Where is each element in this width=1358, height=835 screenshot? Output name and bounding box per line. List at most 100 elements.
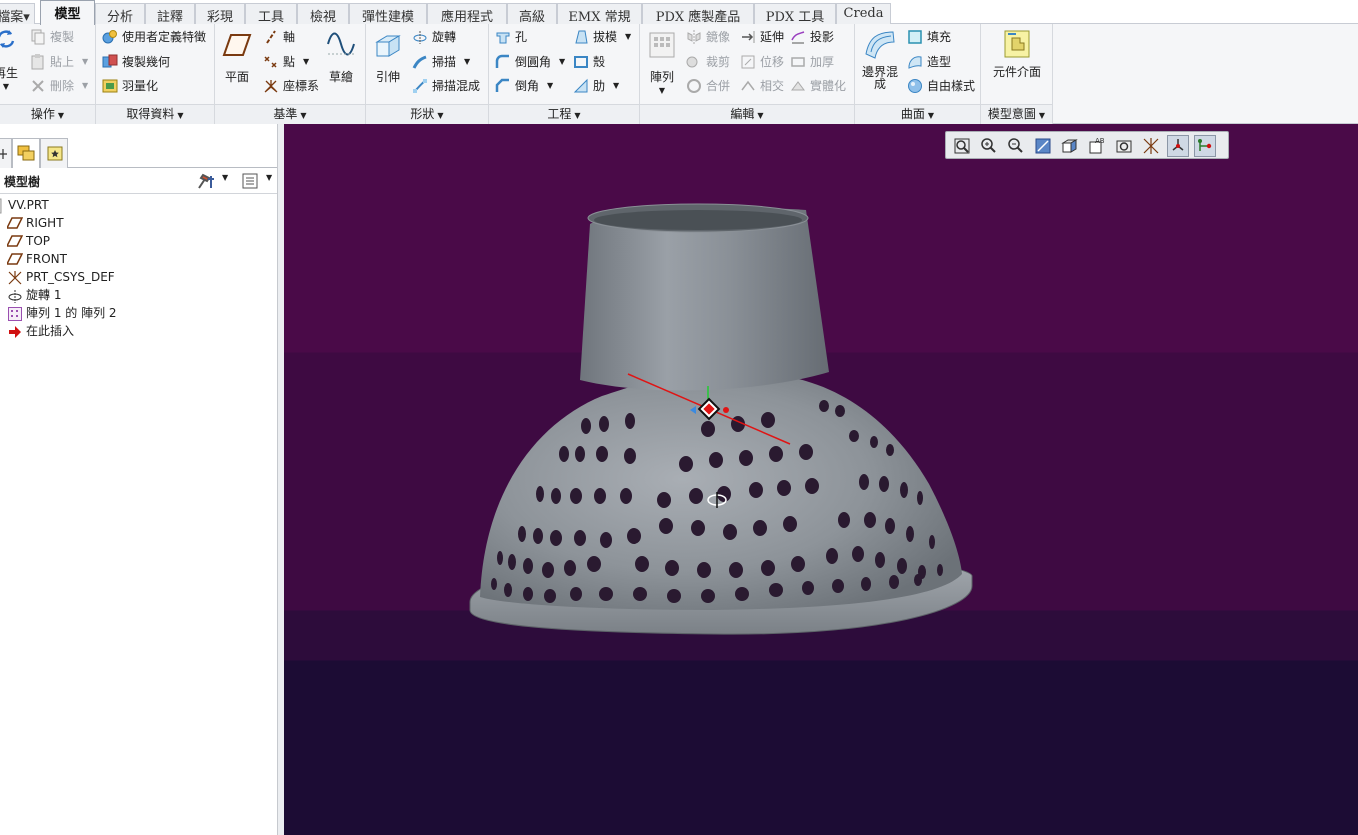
tree-show-button[interactable]: ▼: [240, 171, 276, 191]
group-label-editing[interactable]: 編輯 ▼: [640, 104, 854, 124]
chevron-down-icon: ▼: [222, 173, 229, 182]
datum-axis-icon: [266, 30, 276, 44]
datum-plane-label: 平面: [224, 70, 249, 84]
sketch-button[interactable]: 草繪: [323, 30, 359, 84]
pattern-button[interactable]: 陣列 ▼: [644, 30, 680, 98]
datum-plane-icon: [7, 235, 23, 247]
tab-pdx-products[interactable]: PDX 應製產品: [642, 3, 754, 25]
round-label: 倒圓角: [515, 55, 552, 69]
paste-label: 貼上: [50, 55, 75, 69]
mirror-label: 鏡像: [706, 30, 731, 44]
rib-icon: [573, 78, 588, 93]
tab-creda[interactable]: Creda: [836, 3, 891, 24]
datum-plane-icon: [7, 217, 23, 229]
fill-icon: [908, 30, 922, 44]
thicken-icon: [791, 57, 805, 67]
group-label-shapes[interactable]: 形狀 ▼: [366, 104, 488, 124]
group-editing: 陣列 ▼ 鏡像 裁剪 合併 延伸 位移 相交 投影 加厚 實體化 編輯 ▼: [640, 24, 855, 124]
tree-show-icon: [242, 173, 258, 189]
revolve-icon: [413, 31, 427, 44]
pattern-icon: [8, 307, 22, 321]
boundary-blend-button[interactable]: 邊界混成: [858, 28, 902, 90]
chevron-down-icon: ▼: [266, 173, 273, 182]
graphics-window[interactable]: AB: [284, 124, 1358, 835]
favorites-icon: [47, 146, 63, 161]
tab-file[interactable]: 檔案▾: [0, 3, 35, 25]
shell-icon: [574, 56, 588, 68]
group-label-datum[interactable]: 基準 ▼: [215, 104, 365, 124]
tab-model[interactable]: 模型: [40, 0, 95, 25]
extend-icon: [742, 31, 755, 43]
folder-icon: [17, 145, 35, 161]
panel-splitter[interactable]: [277, 124, 284, 835]
navigator-panel: 模型樹 ▼ ▼ VV.PRT RIGHT TOP FRONT PRT_CSYS_…: [0, 124, 284, 835]
merge-icon: [687, 79, 701, 93]
datum-plane-button[interactable]: 平面: [219, 32, 255, 84]
draft-icon: [575, 30, 588, 44]
swept-blend-icon: [413, 79, 427, 93]
tree-item-label: VV.PRT: [8, 198, 49, 212]
ribbon-tab-bar: 檔案▾ 模型 分析 註釋 彩現 工具 檢視 彈性建模 應用程式 高級 EMX 常…: [0, 0, 1358, 25]
tab-render[interactable]: 彩現: [195, 3, 245, 25]
group-label-engineering[interactable]: 工程 ▼: [489, 104, 639, 124]
group-label-surfaces[interactable]: 曲面 ▼: [855, 104, 980, 124]
tab-analysis[interactable]: 分析: [95, 3, 145, 25]
freestyle-label: 自由樣式: [927, 79, 976, 93]
extend-label: 延伸: [760, 30, 785, 44]
hole-icon: [496, 32, 510, 44]
extrude-button[interactable]: 引伸: [370, 30, 406, 84]
group-label-operations[interactable]: 操作 ▼: [0, 104, 95, 124]
regenerate-button[interactable]: 再生 ▼: [0, 28, 24, 94]
tree-settings-button[interactable]: ▼: [196, 171, 232, 191]
part-icon: [0, 198, 2, 214]
chevron-down-icon: ▼: [613, 81, 620, 90]
extrude-icon: [375, 35, 401, 57]
paste-icon: [31, 54, 44, 70]
tab-favorites[interactable]: [40, 138, 68, 168]
datum-axis-label: 軸: [283, 30, 296, 44]
tree-settings-icon: [198, 173, 214, 189]
udf-icon: [102, 30, 117, 44]
group-label-model-intent[interactable]: 模型意圖 ▼: [981, 104, 1052, 124]
style-icon: [908, 56, 922, 69]
chevron-down-icon: ▼: [464, 57, 471, 66]
style-label: 造型: [927, 55, 952, 69]
tab-pdx-tools[interactable]: PDX 工具: [754, 3, 836, 25]
group-operations: 再生 ▼ 複製 貼上 ▼ 刪除 ▼ 操作▼: [0, 24, 96, 124]
user-defined-feature-label: 使用者定義特徵: [122, 30, 207, 44]
project-icon: [791, 31, 805, 44]
chevron-down-icon: ▼: [303, 57, 310, 66]
tree-item-label: RIGHT: [26, 216, 64, 230]
chevron-down-icon: ▼: [547, 81, 554, 90]
tab-flexible-modeling[interactable]: 彈性建模: [349, 3, 427, 25]
tab-tools[interactable]: 工具: [245, 3, 297, 25]
tab-annotate[interactable]: 註釋: [145, 3, 195, 25]
group-label-get-data[interactable]: 取得資料 ▼: [96, 104, 214, 124]
tree-item-label: TOP: [26, 234, 51, 248]
insert-here-icon: [9, 326, 21, 338]
tab-advanced[interactable]: 高級: [507, 3, 557, 25]
rib-label: 肋: [593, 79, 606, 93]
tab-model-tree[interactable]: [0, 138, 12, 168]
csys-icon: [264, 80, 278, 93]
fill-label: 填充: [927, 30, 952, 44]
part-model[interactable]: [284, 124, 1358, 835]
tab-folder-browser[interactable]: [12, 138, 40, 169]
extrude-label: 引伸: [375, 70, 400, 84]
copy-geometry-icon: [102, 54, 118, 68]
hole-label: 孔: [515, 30, 528, 44]
revolve-icon: [8, 290, 22, 303]
offset-icon: [741, 55, 755, 69]
revolve-label: 旋轉: [432, 30, 457, 44]
tab-view[interactable]: 檢視: [297, 3, 349, 25]
solidify-icon: [791, 81, 805, 91]
mirror-icon: [687, 30, 701, 44]
delete-label: 刪除: [50, 79, 75, 93]
component-interface-button[interactable]: 元件介面: [991, 28, 1043, 78]
chevron-down-icon: ▼: [82, 81, 89, 90]
tab-emx[interactable]: EMX 常規: [557, 3, 642, 25]
datum-point-icon: [264, 56, 277, 68]
sweep-label: 掃描: [432, 55, 457, 69]
tab-applications[interactable]: 應用程式: [427, 3, 507, 25]
chamfer-label: 倒角: [515, 79, 540, 93]
